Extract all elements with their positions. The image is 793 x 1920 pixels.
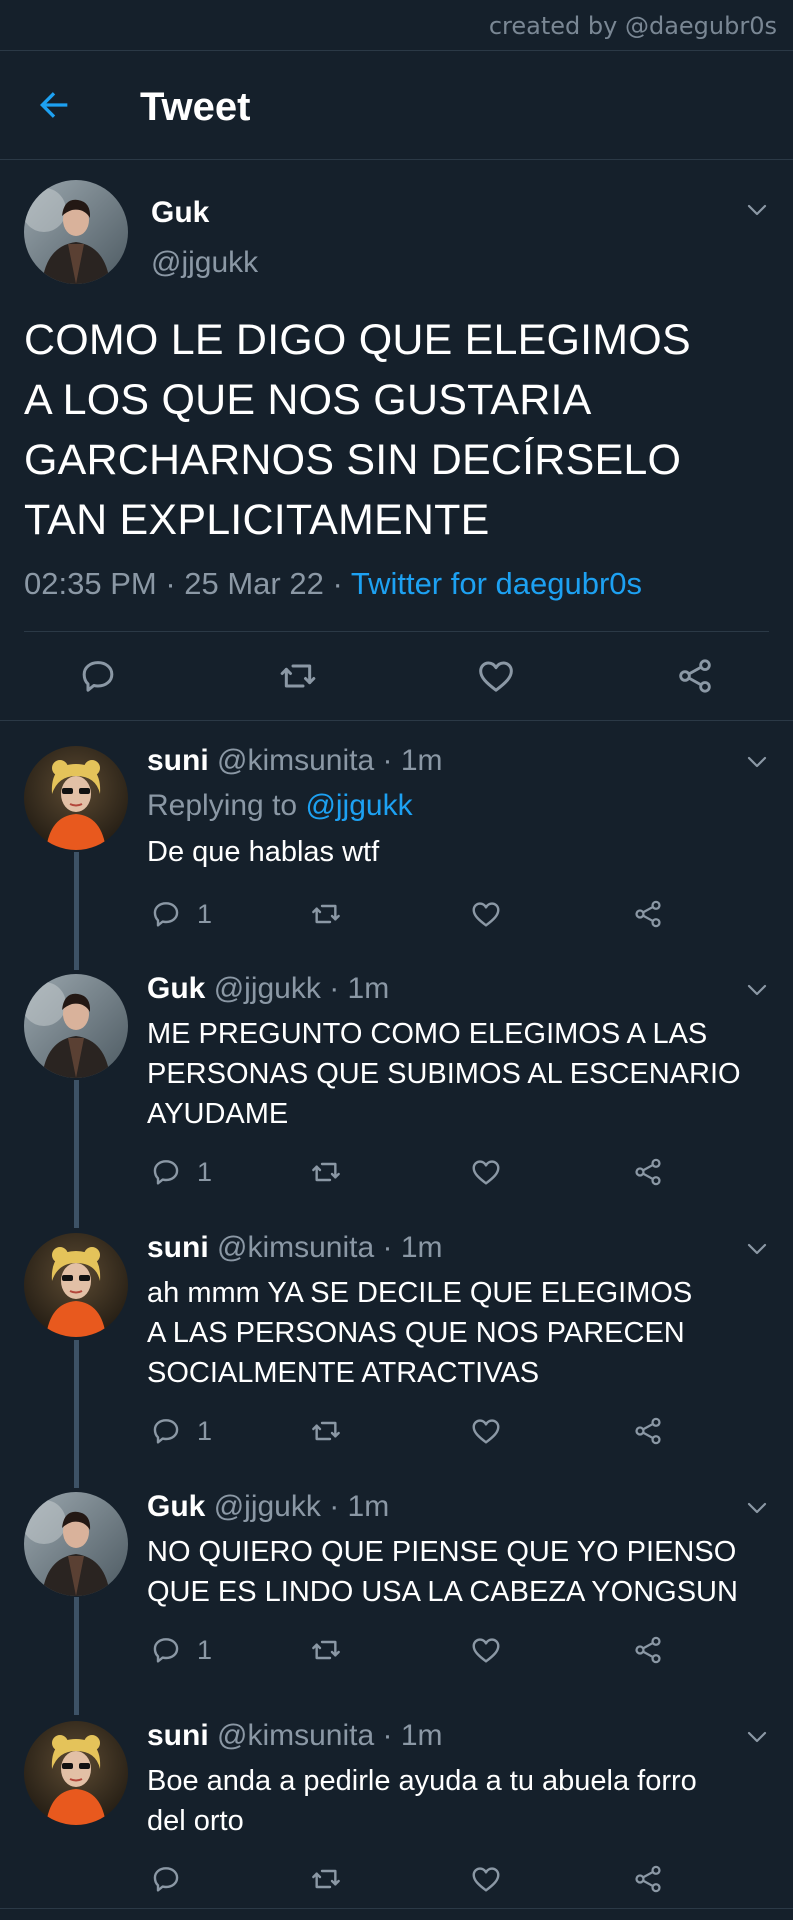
meta-separator: ·	[374, 1719, 401, 1752]
share-icon[interactable]	[632, 1156, 664, 1188]
reply-count: 1	[197, 1416, 213, 1446]
tweet-text: COMO LE DIGO QUE ELEGIMOS A LOS QUE NOS …	[24, 316, 691, 544]
reply-time: 1m	[347, 1490, 390, 1523]
reply-header: Guk @jjgukk · 1m	[147, 1490, 389, 1524]
retweet-icon[interactable]	[310, 1415, 342, 1447]
reply-text: ah mmm YA SE DECILE QUE ELEGIMOS A LAS P…	[147, 1277, 693, 1389]
reply-tweet[interactable]: suni @kimsunita · 1m Replying to @jjgukk…	[0, 722, 793, 972]
chevron-down-icon[interactable]	[745, 1496, 769, 1520]
retweet-icon[interactable]	[310, 898, 342, 930]
meta-separator: ·	[156, 566, 185, 601]
reply-header: suni @kimsunita · 1m	[147, 1231, 443, 1265]
speech-bubble-icon[interactable]	[150, 1863, 182, 1895]
chevron-down-icon[interactable]	[745, 978, 769, 1002]
avatar[interactable]	[24, 746, 128, 850]
main-tweet: Guk @jjgukk COMO LE DIGO QUE ELEGIMOS A …	[0, 160, 793, 721]
reply-text: De que hablas wtf	[147, 836, 380, 868]
heart-icon[interactable]	[470, 1863, 502, 1895]
author-handle[interactable]: @jjgukk	[151, 246, 258, 280]
reply-actions: 1	[0, 898, 793, 938]
avatar[interactable]	[24, 1721, 128, 1825]
avatar[interactable]	[24, 1492, 128, 1596]
author-handle[interactable]: @kimsunita	[217, 1719, 374, 1752]
watermark: created by @daegubr0s	[488, 12, 777, 40]
meta-separator: ·	[374, 1231, 401, 1264]
reply-header: suni @kimsunita · 1m	[147, 1719, 443, 1753]
meta-separator: ·	[320, 972, 348, 1005]
author-handle[interactable]: @kimsunita	[217, 744, 374, 777]
tweet-source-link[interactable]: Twitter for daegubr0s	[351, 566, 642, 601]
reply-actions: 1	[0, 1634, 793, 1674]
author-handle[interactable]: @jjgukk	[214, 972, 321, 1005]
author-handle[interactable]: @kimsunita	[217, 1231, 374, 1264]
heart-icon[interactable]	[470, 898, 502, 930]
speech-bubble-icon[interactable]	[150, 1634, 182, 1666]
speech-bubble-icon[interactable]	[150, 1156, 182, 1188]
meta-separator: ·	[323, 566, 351, 601]
share-icon[interactable]	[632, 1415, 664, 1447]
author-name[interactable]: suni	[147, 1719, 209, 1752]
reply-header: suni @kimsunita · 1m	[147, 744, 443, 778]
author-name[interactable]: suni	[147, 744, 209, 777]
share-icon[interactable]	[632, 1634, 664, 1666]
tweet-actions	[0, 630, 793, 720]
speech-bubble-icon[interactable]	[78, 656, 118, 696]
avatar[interactable]	[24, 974, 128, 1078]
reply-text: Boe anda a pedirle ayuda a tu abuela for…	[147, 1765, 697, 1837]
retweet-icon[interactable]	[278, 656, 318, 696]
chevron-down-icon[interactable]	[745, 750, 769, 774]
reply-actions	[0, 1863, 793, 1903]
chevron-down-icon[interactable]	[745, 198, 769, 222]
share-icon[interactable]	[632, 1863, 664, 1895]
reply-text: ME PREGUNTO COMO ELEGIMOS A LAS PERSONAS…	[147, 1018, 741, 1130]
reply-time: 1m	[400, 744, 443, 777]
reply-count: 1	[197, 899, 213, 929]
divider	[0, 1908, 793, 1909]
avatar[interactable]	[24, 180, 128, 284]
reply-count: 1	[197, 1635, 213, 1665]
reply-count: 1	[197, 1157, 213, 1187]
author-name[interactable]: Guk	[147, 972, 205, 1005]
reply-tweet[interactable]: suni @kimsunita · 1m Boe anda a pedirle …	[0, 1697, 793, 1907]
speech-bubble-icon[interactable]	[150, 1415, 182, 1447]
reply-actions: 1	[0, 1415, 793, 1455]
reply-tweet[interactable]: Guk @jjgukk · 1m ME PREGUNTO COMO ELEGIM…	[0, 950, 793, 1210]
heart-icon[interactable]	[470, 1156, 502, 1188]
meta-separator: ·	[374, 744, 401, 777]
tweet-meta: 02:35 PM · 25 Mar 22 · Twitter for daegu…	[24, 566, 642, 602]
author-name[interactable]: Guk	[147, 1490, 205, 1523]
retweet-icon[interactable]	[310, 1863, 342, 1895]
header: Tweet	[0, 51, 793, 160]
retweet-icon[interactable]	[310, 1634, 342, 1666]
author-name[interactable]: Guk	[151, 196, 209, 230]
arrow-left-icon[interactable]	[34, 85, 74, 125]
reply-actions: 1	[0, 1156, 793, 1196]
replying-to-link[interactable]: @jjgukk	[305, 789, 412, 822]
avatar[interactable]	[24, 1233, 128, 1337]
reply-text: NO QUIERO QUE PIENSE QUE YO PIENSO QUE E…	[147, 1536, 738, 1608]
tweet-date: 25 Mar 22	[184, 566, 324, 601]
share-icon[interactable]	[675, 656, 715, 696]
replying-to-label: Replying to	[147, 789, 306, 822]
author-handle[interactable]: @jjgukk	[214, 1490, 321, 1523]
speech-bubble-icon[interactable]	[150, 898, 182, 930]
heart-icon[interactable]	[470, 1634, 502, 1666]
meta-separator: ·	[320, 1490, 348, 1523]
author-name[interactable]: suni	[147, 1231, 209, 1264]
heart-icon[interactable]	[476, 656, 516, 696]
page-title: Tweet	[140, 85, 251, 129]
reply-tweet[interactable]: Guk @jjgukk · 1m NO QUIERO QUE PIENSE QU…	[0, 1468, 793, 1698]
reply-time: 1m	[400, 1231, 443, 1264]
reply-header: Guk @jjgukk · 1m	[147, 972, 389, 1006]
reply-time: 1m	[400, 1719, 443, 1752]
retweet-icon[interactable]	[310, 1156, 342, 1188]
chevron-down-icon[interactable]	[745, 1725, 769, 1749]
replying-to: Replying to @jjgukk	[147, 789, 413, 823]
reply-time: 1m	[347, 972, 390, 1005]
heart-icon[interactable]	[470, 1415, 502, 1447]
reply-tweet[interactable]: suni @kimsunita · 1m ah mmm YA SE DECILE…	[0, 1209, 793, 1469]
chevron-down-icon[interactable]	[745, 1237, 769, 1261]
share-icon[interactable]	[632, 898, 664, 930]
tweet-time: 02:35 PM	[24, 566, 157, 601]
